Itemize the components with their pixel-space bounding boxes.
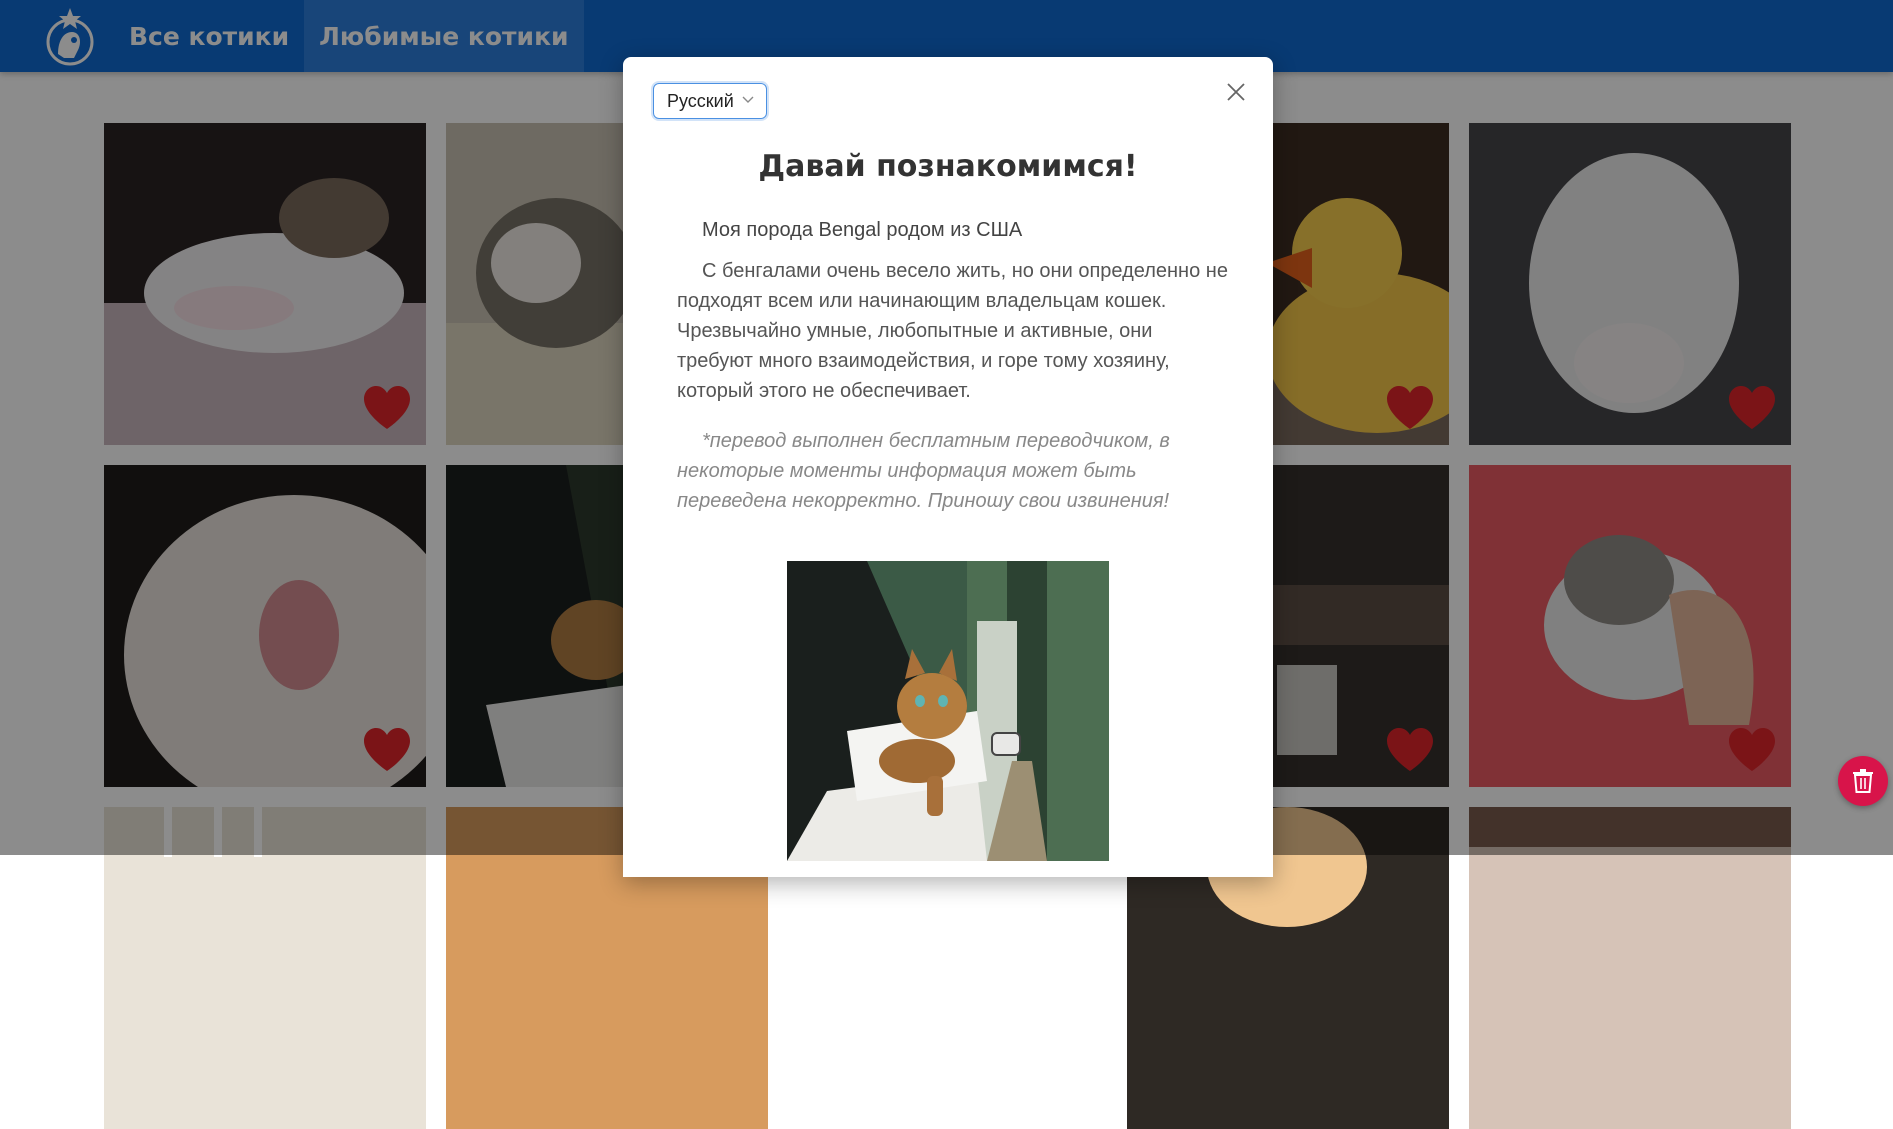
translation-note: *перевод выполнен бесплатным переводчико… (677, 430, 1170, 512)
language-select-value: Русский (667, 90, 734, 111)
language-select[interactable]: Русский (653, 83, 767, 119)
cat-info-modal: Русский Давай познакомимся! Моя порода B… (623, 57, 1273, 877)
trash-button[interactable] (1838, 756, 1888, 806)
cat-card[interactable] (1469, 807, 1791, 1129)
breed-origin-text: Моя порода Bengal родом из США (702, 219, 1023, 241)
breed-description: С бенгалами очень весело жить, но они оп… (677, 260, 1228, 402)
cat-photo (104, 807, 426, 1129)
trash-icon (1853, 769, 1873, 793)
cat-card[interactable] (104, 807, 426, 1129)
chevron-down-icon (742, 96, 754, 103)
modal-title: Давай познакомимся! (758, 149, 1138, 184)
cat-photo (1469, 807, 1791, 1129)
cat-photo (787, 561, 1109, 861)
close-button[interactable] (1223, 79, 1249, 105)
modal-body: Моя порода Bengal родом из США С бенгала… (677, 215, 1229, 527)
close-icon (1227, 83, 1245, 101)
